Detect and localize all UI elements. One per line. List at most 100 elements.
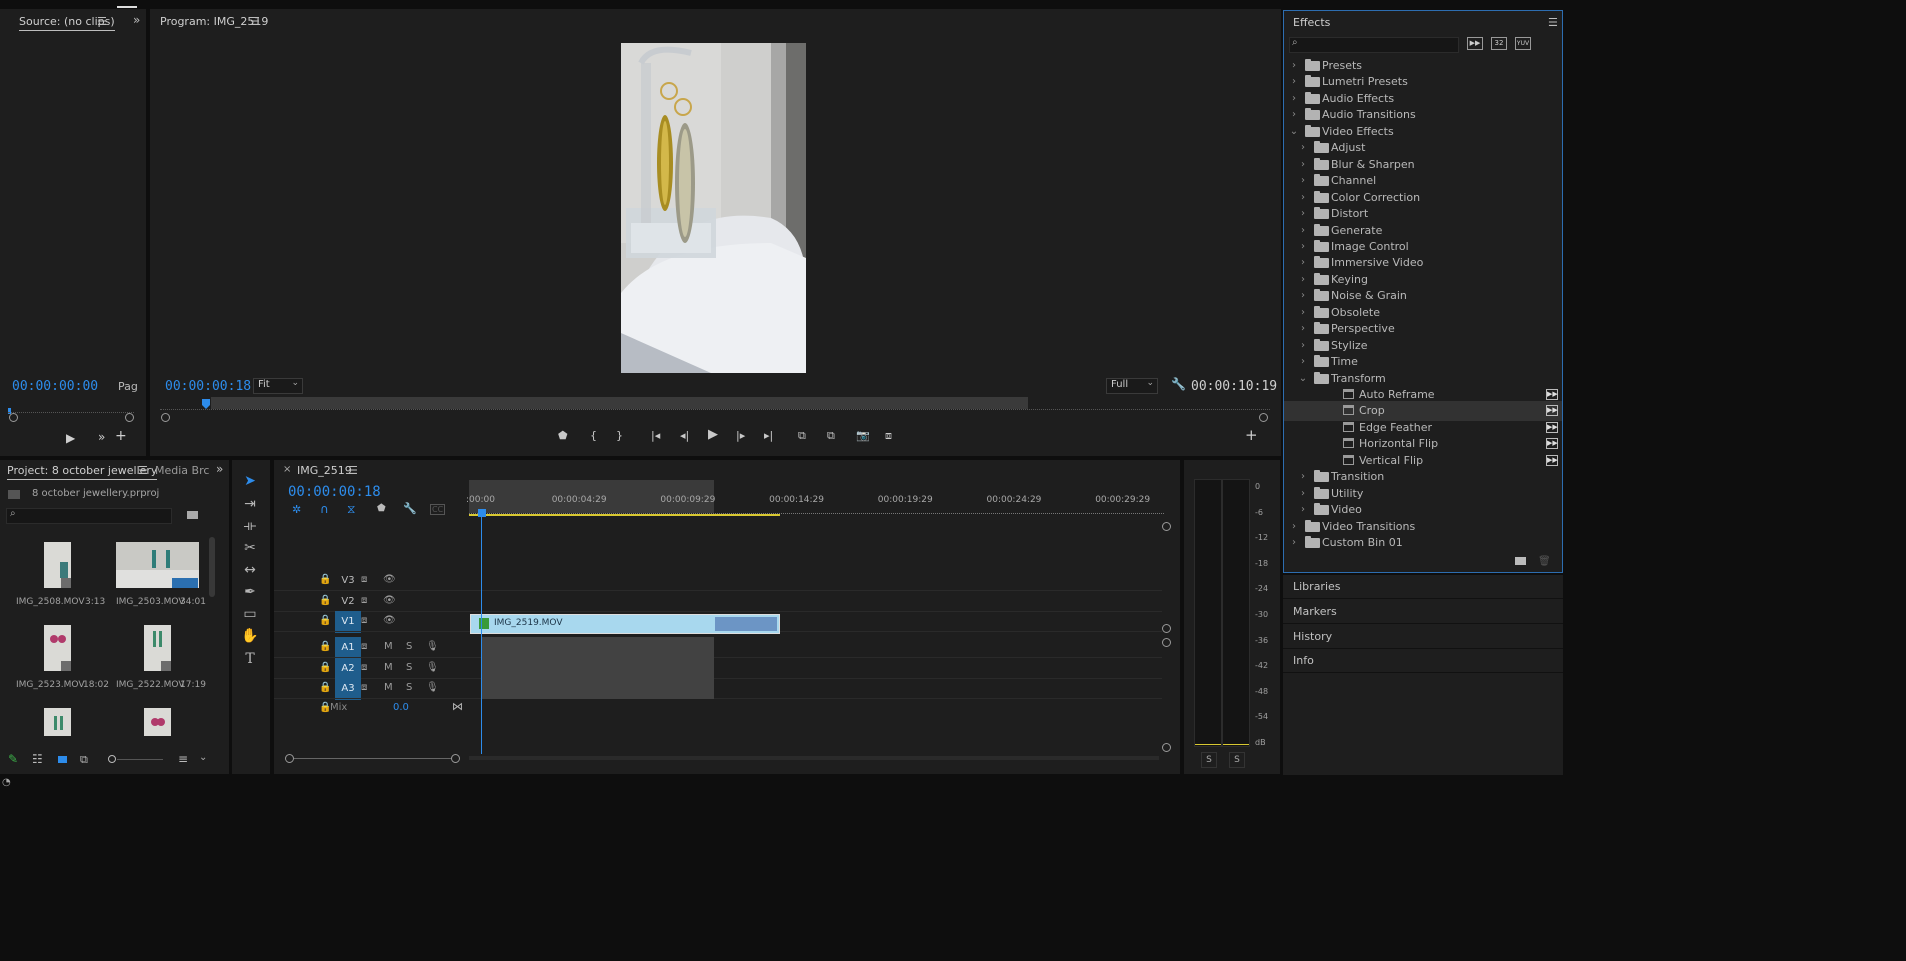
mix-value[interactable]: 0.0 (393, 702, 409, 713)
lock-icon[interactable]: 🔒 (319, 595, 331, 606)
markers-panel-tab[interactable]: Markers (1293, 605, 1337, 618)
mute-button[interactable]: M (384, 662, 393, 673)
step-back-icon[interactable]: ◂| (680, 429, 689, 442)
panels-overflow-icon[interactable]: » (216, 462, 223, 476)
vertical-zoom-handle-bottom[interactable] (1162, 743, 1171, 752)
linked-selection-icon[interactable]: ⧖ (347, 502, 355, 517)
sync-lock-icon[interactable]: ⧈ (361, 662, 367, 673)
sequence-tab[interactable]: IMG_2519 (297, 464, 352, 477)
fit-dropdown[interactable]: Fit ⌄ (253, 378, 303, 394)
lock-icon[interactable]: 🔒 (319, 682, 331, 693)
timeline-playhead[interactable] (481, 514, 482, 754)
program-zoom-right-handle[interactable] (1259, 413, 1268, 422)
go-to-out-icon[interactable]: ▸| (764, 429, 773, 442)
track-target-toggle[interactable]: V3 (335, 570, 361, 592)
program-menu-icon[interactable]: ☰ (250, 15, 260, 28)
program-zoom-left-handle[interactable] (161, 413, 170, 422)
type-tool-icon[interactable]: T (239, 648, 261, 670)
mark-in-icon[interactable]: { (590, 429, 597, 442)
work-area-bar[interactable] (469, 514, 780, 516)
sync-lock-icon[interactable]: ⧈ (361, 595, 367, 606)
sync-lock-icon[interactable]: ⧈ (361, 574, 367, 585)
hand-tool-icon[interactable]: ✋ (239, 625, 261, 647)
info-panel-tab[interactable]: Info (1293, 654, 1314, 667)
program-playhead[interactable] (202, 399, 210, 409)
delete-trash-icon[interactable]: 🗑 (1538, 556, 1551, 567)
thumbnail-zoom-slider[interactable] (108, 755, 163, 763)
program-timecode[interactable]: 00:00:00:18 (165, 379, 251, 394)
project-menu-icon[interactable]: ☰ (138, 464, 148, 477)
program-time-ruler[interactable] (160, 397, 1270, 413)
close-icon[interactable]: × (283, 464, 291, 475)
source-zoom-left-handle[interactable] (9, 413, 18, 422)
track-select-tool-icon[interactable]: ⇥ (239, 493, 261, 515)
clip-thumbnail[interactable] (116, 542, 199, 588)
pen-tool-icon[interactable]: ✒ (239, 581, 261, 603)
pencil-icon[interactable]: ✎ (8, 752, 18, 766)
play-icon[interactable]: ▶ (66, 431, 75, 445)
icon-view-icon[interactable] (58, 756, 67, 763)
microphone-icon[interactable]: 🎙 (426, 662, 439, 673)
timeline-settings-wrench-icon[interactable]: 🔧 (403, 502, 417, 515)
vertical-zoom-handle-top[interactable] (1162, 522, 1171, 531)
project-scrollbar[interactable] (209, 537, 215, 597)
lock-icon[interactable]: 🔒 (319, 662, 331, 673)
ripple-edit-tool-icon[interactable]: ⟛ (239, 515, 261, 537)
list-view-icon[interactable]: ☷ (32, 752, 43, 766)
track-target-toggle[interactable]: A1 (335, 637, 361, 659)
find-bin-icon[interactable] (187, 511, 198, 519)
button-editor-add-icon[interactable]: + (1245, 426, 1258, 444)
microphone-icon[interactable]: 🎙 (426, 682, 439, 693)
yuv-effects-icon[interactable]: YUV (1515, 37, 1531, 50)
timeline-timecode[interactable]: 00:00:00:18 (288, 484, 381, 500)
chevron-down-icon[interactable]: ⌄ (199, 752, 207, 763)
horizontal-scroll-track[interactable] (469, 756, 1159, 760)
playback-quality-dropdown[interactable]: Full ⌄ (1106, 378, 1158, 394)
media-browser-tab[interactable]: Media Brc (155, 464, 209, 477)
libraries-panel-tab[interactable]: Libraries (1293, 580, 1341, 593)
mute-button[interactable]: M (384, 641, 393, 652)
clip-thumbnail[interactable] (44, 708, 71, 736)
source-scrub-bar[interactable] (8, 404, 134, 418)
eye-icon[interactable]: 👁 (383, 595, 396, 606)
compare-view-icon[interactable]: ⧈ (885, 429, 892, 443)
mark-out-icon[interactable]: } (616, 429, 623, 442)
solo-button[interactable]: S (406, 641, 412, 652)
source-timecode[interactable]: 00:00:00:00 (12, 379, 98, 394)
lock-icon[interactable]: 🔒 (319, 641, 331, 652)
history-panel-tab[interactable]: History (1293, 630, 1332, 643)
track-target-toggle[interactable]: A2 (335, 657, 361, 680)
mute-button[interactable]: M (384, 682, 393, 693)
source-menu-icon[interactable]: ☰ (97, 15, 107, 28)
selection-tool-icon[interactable]: ➤ (239, 470, 261, 492)
track-target-toggle[interactable]: V1 (335, 611, 361, 633)
solo-left-button[interactable]: S (1201, 752, 1217, 768)
clip-thumbnail[interactable] (44, 542, 71, 588)
horizontal-zoom-scrollbar[interactable] (285, 754, 460, 763)
new-bin-folder-icon[interactable] (1515, 557, 1526, 565)
wrench-icon[interactable]: 🔧 (1171, 377, 1186, 391)
add-button-icon[interactable]: + (115, 428, 127, 444)
track-target-toggle[interactable]: V2 (335, 591, 361, 613)
lift-icon[interactable]: ⧉ (798, 429, 806, 443)
mix-width-icon[interactable]: ⋈ (452, 700, 463, 713)
sync-lock-icon[interactable]: ⧈ (361, 615, 367, 626)
slip-tool-icon[interactable]: ↔ (239, 559, 261, 581)
solo-button[interactable]: S (406, 662, 412, 673)
solo-right-button[interactable]: S (1229, 752, 1245, 768)
timeline-ruler[interactable]: :00:00 00:00:04:29 00:00:09:29 00:00:14:29 0… (466, 480, 1164, 520)
more-controls-icon[interactable]: » (98, 430, 105, 444)
effects-menu-icon[interactable]: ☰ (1548, 16, 1558, 29)
nest-toggle-icon[interactable]: ✲ (292, 503, 301, 516)
vertical-zoom-handle-mid2[interactable] (1162, 638, 1171, 647)
eye-icon[interactable]: 👁 (383, 574, 396, 585)
sync-lock-icon[interactable]: ⧈ (361, 682, 367, 693)
extract-icon[interactable]: ⧉ (827, 429, 835, 443)
add-marker-icon[interactable]: ⬟ (558, 429, 568, 442)
rectangle-tool-icon[interactable]: ▭ (239, 603, 261, 625)
project-search-input[interactable]: ⌕ (6, 508, 172, 524)
sync-lock-icon[interactable]: ⧈ (361, 641, 367, 652)
chevron-right-icon[interactable]: › (1289, 533, 1299, 553)
step-forward-icon[interactable]: |▸ (736, 429, 745, 442)
clip-thumbnail[interactable] (144, 708, 171, 736)
